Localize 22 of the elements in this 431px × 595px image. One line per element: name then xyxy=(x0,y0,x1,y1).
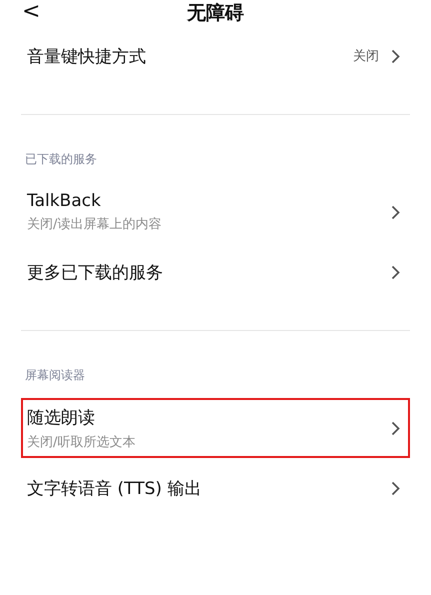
settings-item[interactable]: TalkBack 关闭/读出屏幕上的内容 xyxy=(21,182,410,242)
chevron-icon xyxy=(391,204,400,220)
item-title: TalkBack xyxy=(27,191,102,211)
chevron-icon xyxy=(391,264,400,280)
page-title: 无障碍 xyxy=(187,1,244,26)
chevron-icon xyxy=(391,420,400,436)
item-title: 文字转语音 (TTS) 输出 xyxy=(27,478,202,500)
back-button[interactable]: < xyxy=(22,0,40,24)
chevron-icon xyxy=(391,48,400,64)
settings-item[interactable]: 音量键快捷方式 关闭 xyxy=(21,26,410,86)
chevron-icon xyxy=(391,480,400,496)
section-heading: 屏幕阅读器 xyxy=(24,367,86,384)
item-title: 更多已下载的服务 xyxy=(27,262,164,284)
settings-item[interactable]: 更多已下载的服务 xyxy=(21,242,410,302)
item-subtitle: 关闭/读出屏幕上的内容 xyxy=(27,216,162,233)
section-heading: 已下载的服务 xyxy=(24,151,98,168)
item-subtitle: 关闭/听取所选文本 xyxy=(27,434,136,450)
settings-item[interactable]: 随选朗读 关闭/听取所选文本 xyxy=(21,398,410,458)
item-title: 音量键快捷方式 xyxy=(27,46,147,68)
item-value: 关闭 xyxy=(353,48,379,65)
settings-item[interactable]: 文字转语音 (TTS) 输出 xyxy=(21,458,410,518)
item-title: 随选朗读 xyxy=(27,406,96,428)
